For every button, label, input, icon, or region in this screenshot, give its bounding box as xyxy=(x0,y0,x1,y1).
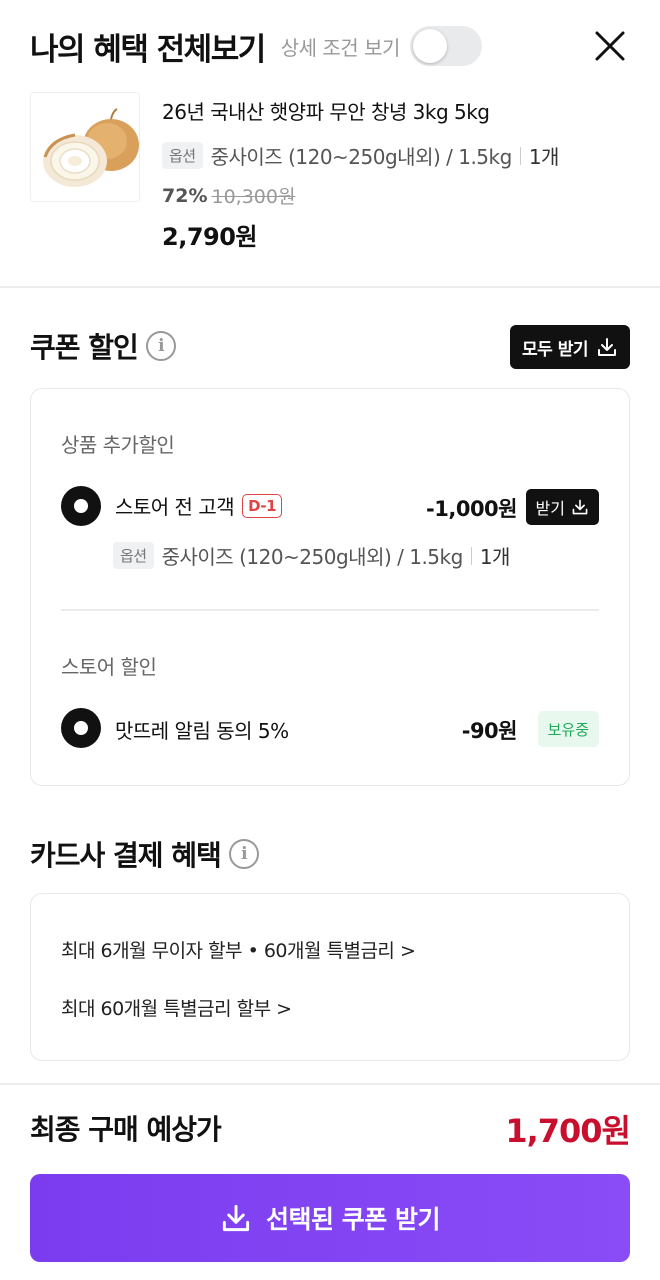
download-all-label: 모두 받기 xyxy=(522,339,588,360)
product-coupon-group-label: 상품 추가할인 xyxy=(61,433,175,457)
separator xyxy=(470,546,472,565)
quantity: 1개 xyxy=(528,145,560,169)
coupon-amount: -1,000원 xyxy=(426,497,517,521)
card-benefit-link-2[interactable]: 최대 60개월 특별금리 할부 > xyxy=(61,994,292,1021)
total-price: 1,700원 xyxy=(505,1112,631,1150)
toggle-knob xyxy=(412,29,447,63)
get-coupon-button[interactable]: 받기 xyxy=(525,489,599,525)
get-coupon-label: 받기 xyxy=(535,499,565,518)
card-divider xyxy=(61,609,599,611)
dday-badge: D-1 xyxy=(242,493,283,518)
product-option: 옵션 중사이즈 (120~250g내외) / 1.5kg 1개 xyxy=(162,141,559,170)
owned-badge: 보유중 xyxy=(537,711,599,747)
option-text: 중사이즈 (120~250g내외) / 1.5kg xyxy=(210,145,513,169)
close-button[interactable] xyxy=(590,26,630,66)
download-icon xyxy=(572,499,588,515)
coupon-radio-store-all[interactable] xyxy=(61,486,101,526)
info-icon[interactable]: i xyxy=(228,839,259,869)
page-title: 나의 혜택 전체보기 xyxy=(30,31,266,68)
bottom-divider xyxy=(0,1083,660,1085)
card-benefit-link-1[interactable]: 최대 6개월 무이자 할부 • 60개월 특별금리 > xyxy=(61,936,416,963)
coupon-title: 쿠폰 할인 xyxy=(30,331,139,364)
download-all-button[interactable]: 모두 받기 xyxy=(510,325,630,369)
section-divider xyxy=(0,286,660,288)
coupon-card: 상품 추가할인 스토어 전 고객 D-1 -1,000원 받기 옵션 중사이즈 … xyxy=(30,388,630,786)
coupon-section-title: 쿠폰 할인 i xyxy=(30,326,176,366)
price-row: 72% 10,300원 xyxy=(162,182,559,209)
close-icon xyxy=(595,31,625,61)
product-thumbnail xyxy=(30,92,140,202)
onion-image xyxy=(31,93,139,201)
store-coupon-group-label: 스토어 할인 xyxy=(61,655,157,679)
option-text: 중사이즈 (120~250g내외) / 1.5kg xyxy=(161,545,464,569)
coupon-radio-store-discount[interactable] xyxy=(61,708,101,748)
product-summary: 26년 국내산 햇양파 무안 창녕 3kg 5kg 옵션 중사이즈 (120~2… xyxy=(30,92,640,252)
header: 나의 혜택 전체보기 상세 조건 보기 xyxy=(30,24,630,68)
store-coupon-name: 맛뜨레 알림 동의 5% xyxy=(115,719,289,743)
coupon-name-row: 스토어 전 고객 D-1 xyxy=(115,491,283,520)
product-info: 26년 국내산 햇양파 무안 창녕 3kg 5kg 옵션 중사이즈 (120~2… xyxy=(162,92,559,252)
card-benefit-title: 카드사 결제 혜택 xyxy=(30,839,222,872)
product-price: 2,790원 xyxy=(162,223,257,251)
quantity: 1개 xyxy=(479,545,511,569)
option-tag: 옵션 xyxy=(113,542,154,569)
total-label: 최종 구매 예상가 xyxy=(30,1113,222,1146)
separator xyxy=(519,146,521,165)
option-tag: 옵션 xyxy=(162,142,203,169)
detail-toggle-label: 상세 조건 보기 xyxy=(280,35,401,60)
detail-toggle[interactable] xyxy=(409,26,482,66)
product-name: 26년 국내산 햇양파 무안 창녕 3kg 5kg xyxy=(162,100,490,124)
store-coupon-amount: -90원 xyxy=(461,719,518,743)
info-icon[interactable]: i xyxy=(145,331,176,361)
download-icon xyxy=(222,1204,250,1232)
download-icon xyxy=(598,338,616,356)
cta-label: 선택된 쿠폰 받기 xyxy=(266,1205,440,1234)
coupon-option-row: 옵션 중사이즈 (120~250g내외) / 1.5kg 1개 xyxy=(113,541,510,570)
card-benefit-card: 최대 6개월 무이자 할부 • 60개월 특별금리 > 최대 60개월 특별금리… xyxy=(30,893,630,1061)
original-price: 10,300원 xyxy=(211,186,296,208)
get-selected-coupons-button[interactable]: 선택된 쿠폰 받기 xyxy=(30,1174,630,1262)
coupon-name: 스토어 전 고객 xyxy=(115,495,235,519)
discount-rate: 72% xyxy=(162,184,208,207)
card-benefit-section-title: 카드사 결제 혜택 i xyxy=(30,834,259,874)
